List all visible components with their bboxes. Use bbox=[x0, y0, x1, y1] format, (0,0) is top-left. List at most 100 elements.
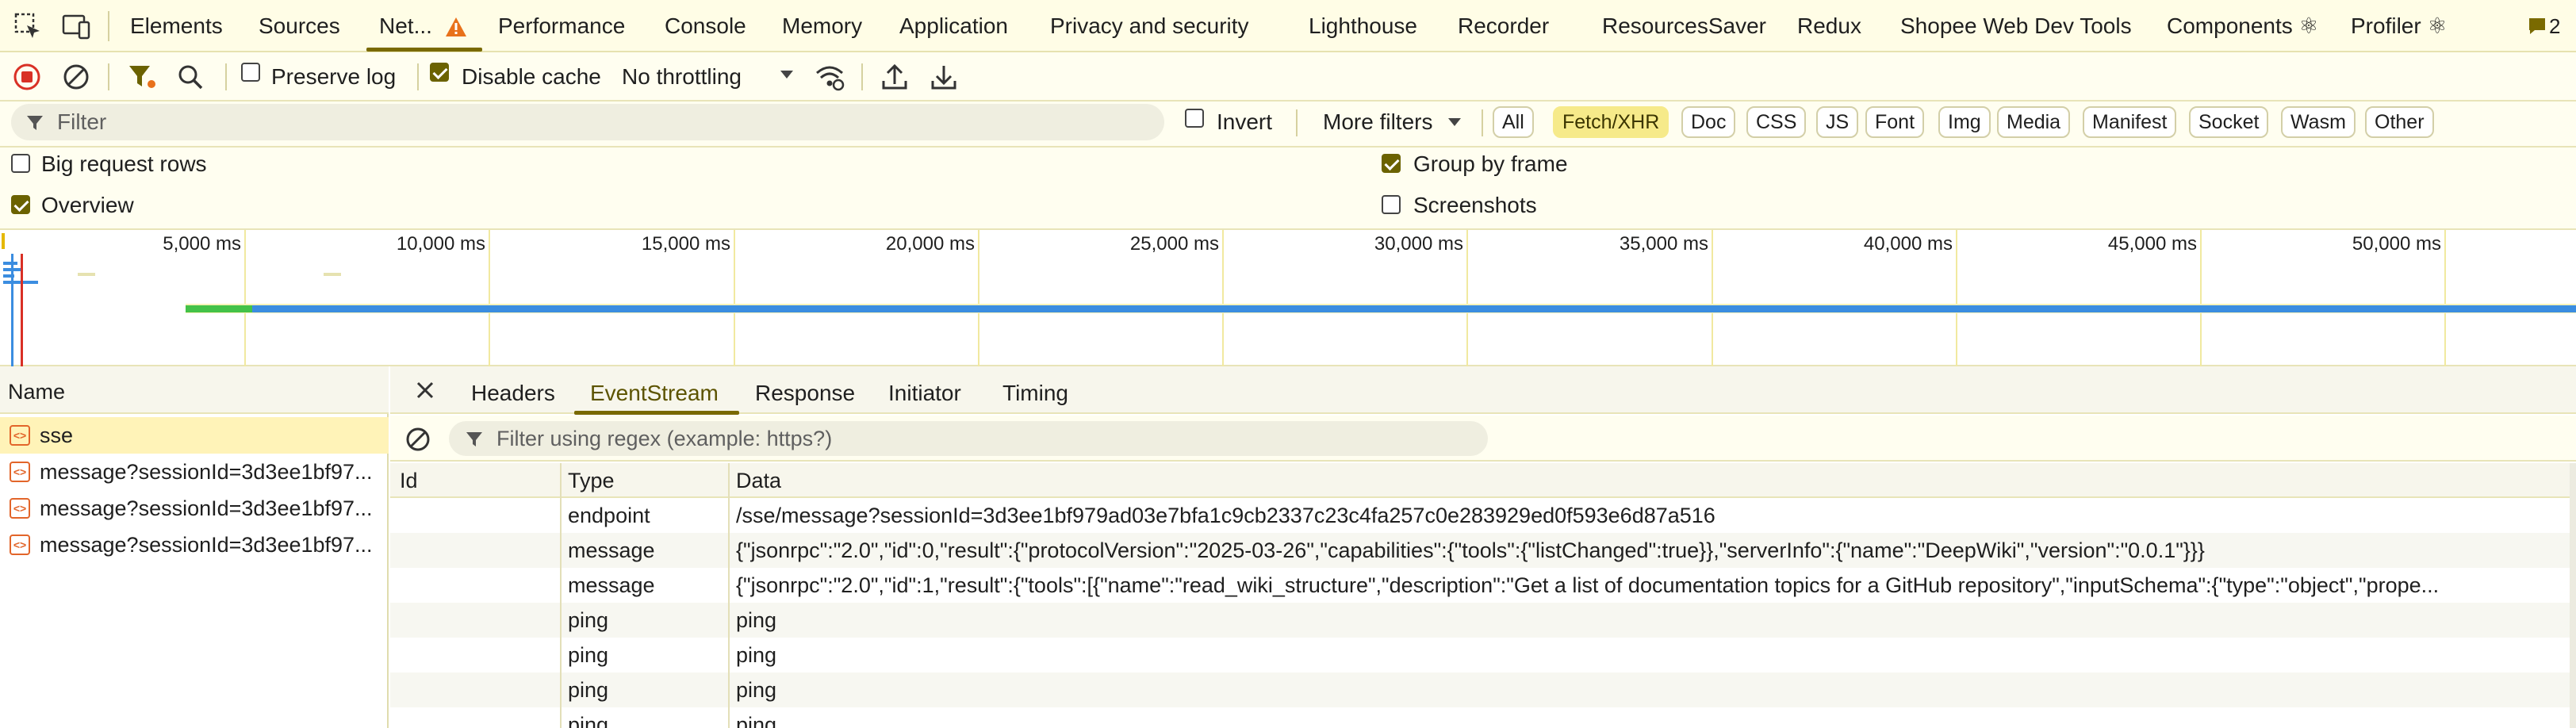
tab-timing[interactable]: Timing bbox=[1002, 366, 1068, 414]
invert-checkbox[interactable] bbox=[1185, 109, 1204, 128]
tab-application[interactable]: Application bbox=[899, 0, 1008, 52]
clear-icon[interactable] bbox=[62, 63, 90, 95]
column-divider[interactable] bbox=[728, 463, 730, 728]
tab-headers[interactable]: Headers bbox=[471, 366, 555, 414]
type-filter-media[interactable]: Media bbox=[1997, 106, 2071, 138]
event-id bbox=[400, 498, 550, 533]
timeline-tick-label: 50,000 ms bbox=[2352, 233, 2441, 255]
tab-lighthouse[interactable]: Lighthouse bbox=[1309, 0, 1417, 52]
type-column-header[interactable]: Type bbox=[568, 463, 615, 498]
type-filter-doc[interactable]: Doc bbox=[1681, 106, 1736, 138]
tab-sources[interactable]: Sources bbox=[259, 0, 340, 52]
event-data: ping bbox=[736, 643, 777, 667]
eventstream-row[interactable]: message {"jsonrpc":"2.0","id":0,"result"… bbox=[390, 533, 2570, 568]
search-icon[interactable] bbox=[176, 63, 205, 95]
event-type: message bbox=[568, 538, 655, 562]
disable-cache-checkbox[interactable] bbox=[430, 63, 449, 82]
eventstream-row[interactable]: ping ping bbox=[390, 638, 2570, 672]
tab-recorder[interactable]: Recorder bbox=[1458, 0, 1549, 52]
type-filter-css[interactable]: CSS bbox=[1746, 106, 1807, 138]
event-type: ping bbox=[568, 678, 609, 702]
group-by-frame-checkbox[interactable] bbox=[1382, 154, 1401, 173]
xhr-request-icon: <> bbox=[10, 535, 30, 555]
data-column-header[interactable]: Data bbox=[736, 463, 781, 498]
close-icon[interactable] bbox=[412, 377, 438, 407]
tab-components[interactable]: Components ⚛ bbox=[2167, 0, 2319, 52]
name-column-header[interactable]: Name bbox=[8, 377, 65, 406]
clear-icon[interactable] bbox=[404, 426, 431, 457]
tab-elements[interactable]: Elements bbox=[130, 0, 223, 52]
type-filter-wasm[interactable]: Wasm bbox=[2281, 106, 2356, 138]
id-column-header[interactable]: Id bbox=[400, 463, 418, 498]
tab-shopee-web-dev-tools[interactable]: Shopee Web Dev Tools bbox=[1900, 0, 2132, 52]
eventstream-row[interactable]: message {"jsonrpc":"2.0","id":1,"result"… bbox=[390, 568, 2570, 603]
import-har-icon[interactable] bbox=[880, 62, 909, 96]
column-divider[interactable] bbox=[560, 463, 562, 728]
tab-redux[interactable]: Redux bbox=[1797, 0, 1861, 52]
network-conditions-icon[interactable] bbox=[814, 62, 845, 96]
chevron-down-icon[interactable] bbox=[779, 69, 795, 84]
type-filter-js[interactable]: JS bbox=[1816, 106, 1859, 138]
filter-input[interactable] bbox=[11, 104, 1164, 140]
eventstream-row[interactable]: endpoint /sse/message?sessionId=3d3ee1bf… bbox=[390, 498, 2570, 533]
eventstream-row[interactable]: ping ping bbox=[390, 707, 2570, 728]
scrollbar[interactable] bbox=[2570, 463, 2576, 728]
type-filter-socket[interactable]: Socket bbox=[2189, 106, 2269, 138]
type-filter-font[interactable]: Font bbox=[1865, 106, 1925, 138]
tab-memory[interactable]: Memory bbox=[782, 0, 862, 52]
type-filter-all[interactable]: All bbox=[1493, 106, 1534, 138]
event-type: ping bbox=[568, 643, 609, 667]
screenshots-checkbox[interactable] bbox=[1382, 195, 1401, 214]
xhr-request-icon: <> bbox=[10, 425, 30, 446]
toolbar-divider bbox=[1482, 109, 1483, 136]
event-type: ping bbox=[568, 608, 609, 632]
tab-profiler[interactable]: Profiler ⚛ bbox=[2351, 0, 2448, 52]
request-row[interactable]: <> sse bbox=[0, 417, 389, 454]
event-id bbox=[400, 568, 550, 603]
eventstream-row[interactable]: ping ping bbox=[390, 603, 2570, 638]
export-har-icon[interactable] bbox=[930, 62, 958, 96]
overview-checkbox[interactable] bbox=[11, 195, 30, 214]
request-name: sse bbox=[40, 423, 74, 447]
timeline-tick-label: 45,000 ms bbox=[2107, 233, 2197, 255]
toolbar-divider bbox=[108, 63, 109, 90]
warning-icon bbox=[444, 16, 468, 42]
event-data: /sse/message?sessionId=3d3ee1bf979ad03e7… bbox=[736, 504, 1715, 527]
timeline-gridline bbox=[2200, 230, 2202, 366]
tab-console[interactable]: Console bbox=[665, 0, 746, 52]
event-id bbox=[400, 603, 550, 638]
tab-network[interactable]: Net... bbox=[379, 0, 432, 52]
issues-icon[interactable] bbox=[2527, 16, 2547, 40]
eventstream-row[interactable]: ping ping bbox=[390, 672, 2570, 707]
request-row[interactable]: <> message?sessionId=3d3ee1bf97... bbox=[0, 454, 389, 490]
device-toolbar-icon[interactable] bbox=[59, 10, 94, 44]
throttling-select[interactable]: No throttling bbox=[622, 52, 742, 102]
filter-funnel-icon[interactable] bbox=[127, 63, 157, 95]
tab-privacy-and-security[interactable]: Privacy and security bbox=[1050, 0, 1249, 52]
type-filter-other[interactable]: Other bbox=[2365, 106, 2434, 138]
record-stop-icon[interactable] bbox=[13, 63, 41, 95]
eventstream-filter-placeholder: Filter using regex (example: https?) bbox=[496, 427, 833, 450]
tab-resourcessaver[interactable]: ResourcesSaver bbox=[1602, 0, 1766, 52]
request-row[interactable]: <> message?sessionId=3d3ee1bf97... bbox=[0, 527, 389, 563]
request-row[interactable]: <> message?sessionId=3d3ee1bf97... bbox=[0, 490, 389, 527]
preserve-log-checkbox[interactable] bbox=[241, 63, 260, 82]
tab-initiator[interactable]: Initiator bbox=[888, 366, 961, 414]
big-request-rows-checkbox[interactable] bbox=[11, 154, 30, 173]
more-filters-dropdown[interactable]: More filters bbox=[1323, 106, 1432, 138]
type-filter-fetch-xhr[interactable]: Fetch/XHR bbox=[1553, 106, 1669, 138]
timeline-tick-label: 20,000 ms bbox=[885, 233, 975, 255]
timeline-tick-label: 40,000 ms bbox=[1863, 233, 1953, 255]
tab-response[interactable]: Response bbox=[755, 366, 855, 414]
tab-eventstream[interactable]: EventStream bbox=[590, 366, 719, 414]
inspect-element-icon[interactable] bbox=[11, 10, 46, 44]
type-filter-manifest[interactable]: Manifest bbox=[2083, 106, 2177, 138]
type-filter-img[interactable]: Img bbox=[1938, 106, 1991, 138]
toolbar-divider bbox=[108, 11, 109, 41]
xhr-request-icon: <> bbox=[10, 462, 30, 482]
chevron-down-icon[interactable] bbox=[1447, 117, 1462, 132]
tab-performance[interactable]: Performance bbox=[498, 0, 625, 52]
issues-count[interactable]: 2 bbox=[2549, 0, 2560, 52]
timeline-sse-download-segment bbox=[252, 305, 2576, 312]
toolbar-divider bbox=[417, 63, 419, 90]
